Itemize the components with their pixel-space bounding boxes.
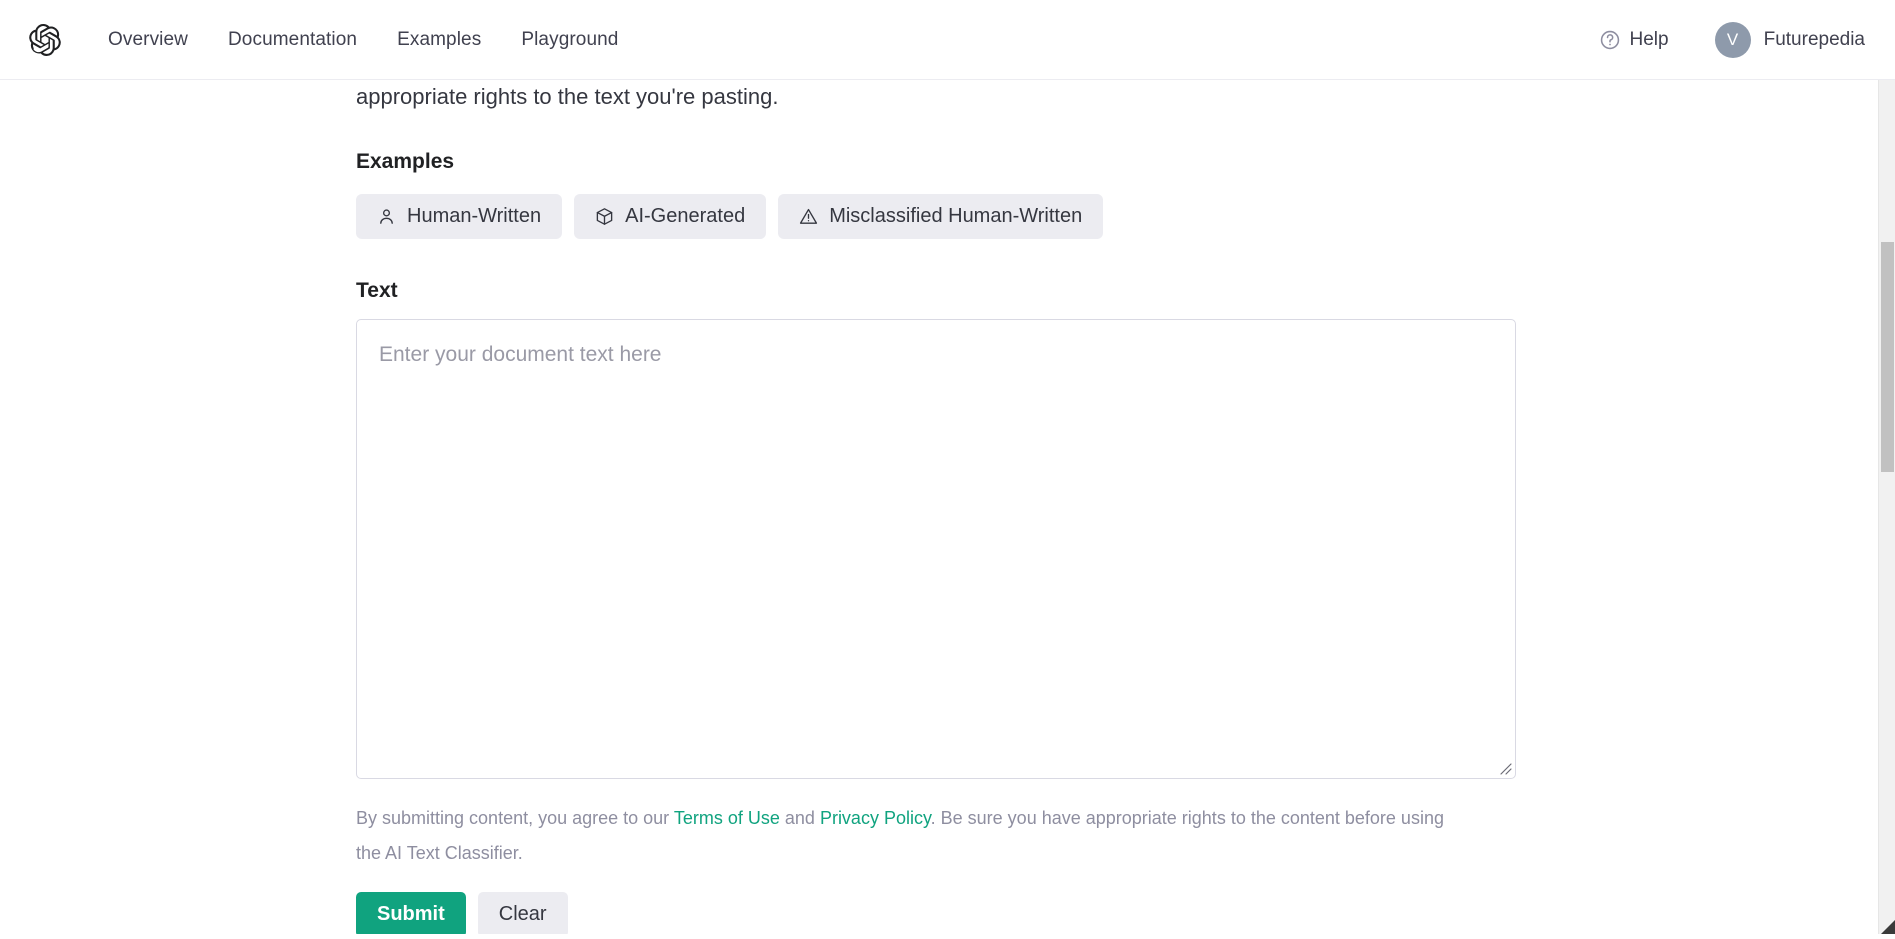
example-ai-generated-button[interactable]: AI-Generated bbox=[574, 194, 766, 239]
top-navigation-bar: Overview Documentation Examples Playgrou… bbox=[0, 0, 1895, 80]
nav-item-examples[interactable]: Examples bbox=[377, 21, 501, 59]
text-input-container bbox=[356, 319, 1516, 779]
legal-disclaimer: By submitting content, you agree to our … bbox=[356, 801, 1466, 871]
user-name-label: Futurepedia bbox=[1764, 29, 1865, 51]
document-text-input[interactable] bbox=[356, 319, 1516, 779]
warning-triangle-icon bbox=[799, 207, 818, 226]
user-menu[interactable]: V Futurepedia bbox=[1709, 18, 1871, 62]
avatar: V bbox=[1715, 22, 1751, 58]
scroll-down-arrow-icon[interactable] bbox=[1879, 917, 1895, 934]
example-button-label: Misclassified Human-Written bbox=[829, 205, 1082, 228]
help-label: Help bbox=[1630, 29, 1669, 51]
nav-item-documentation[interactable]: Documentation bbox=[208, 21, 377, 59]
example-button-label: Human-Written bbox=[407, 205, 541, 228]
cube-icon bbox=[595, 207, 614, 226]
openai-logo[interactable] bbox=[28, 23, 62, 57]
intro-paragraph: appropriate rights to the text you're pa… bbox=[356, 80, 1516, 114]
question-circle-icon bbox=[1599, 29, 1621, 51]
legal-text-part1: By submitting content, you agree to our bbox=[356, 808, 674, 828]
terms-of-use-link[interactable]: Terms of Use bbox=[674, 808, 780, 828]
vertical-scrollbar[interactable] bbox=[1878, 80, 1895, 934]
text-field-heading: Text bbox=[356, 279, 1516, 303]
examples-heading: Examples bbox=[356, 150, 1516, 174]
vertical-scroll-thumb[interactable] bbox=[1881, 242, 1894, 472]
classifier-form: appropriate rights to the text you're pa… bbox=[356, 80, 1516, 934]
legal-text-part2: and bbox=[780, 808, 820, 828]
form-actions: Submit Clear bbox=[356, 892, 1516, 934]
example-misclassified-human-written-button[interactable]: Misclassified Human-Written bbox=[778, 194, 1103, 239]
privacy-policy-link[interactable]: Privacy Policy bbox=[820, 808, 931, 828]
header-right-group: Help V Futurepedia bbox=[1585, 18, 1871, 62]
nav-item-playground[interactable]: Playground bbox=[501, 21, 638, 59]
person-icon bbox=[377, 207, 396, 226]
examples-button-group: Human-Written AI-Generated bbox=[356, 194, 1516, 239]
example-button-label: AI-Generated bbox=[625, 205, 745, 228]
nav-item-overview[interactable]: Overview bbox=[88, 21, 208, 59]
main-nav: Overview Documentation Examples Playgrou… bbox=[88, 21, 638, 59]
clear-button[interactable]: Clear bbox=[478, 892, 568, 934]
submit-button[interactable]: Submit bbox=[356, 892, 466, 934]
help-button[interactable]: Help bbox=[1585, 23, 1683, 57]
page-scroll-area: appropriate rights to the text you're pa… bbox=[0, 80, 1878, 934]
example-human-written-button[interactable]: Human-Written bbox=[356, 194, 562, 239]
